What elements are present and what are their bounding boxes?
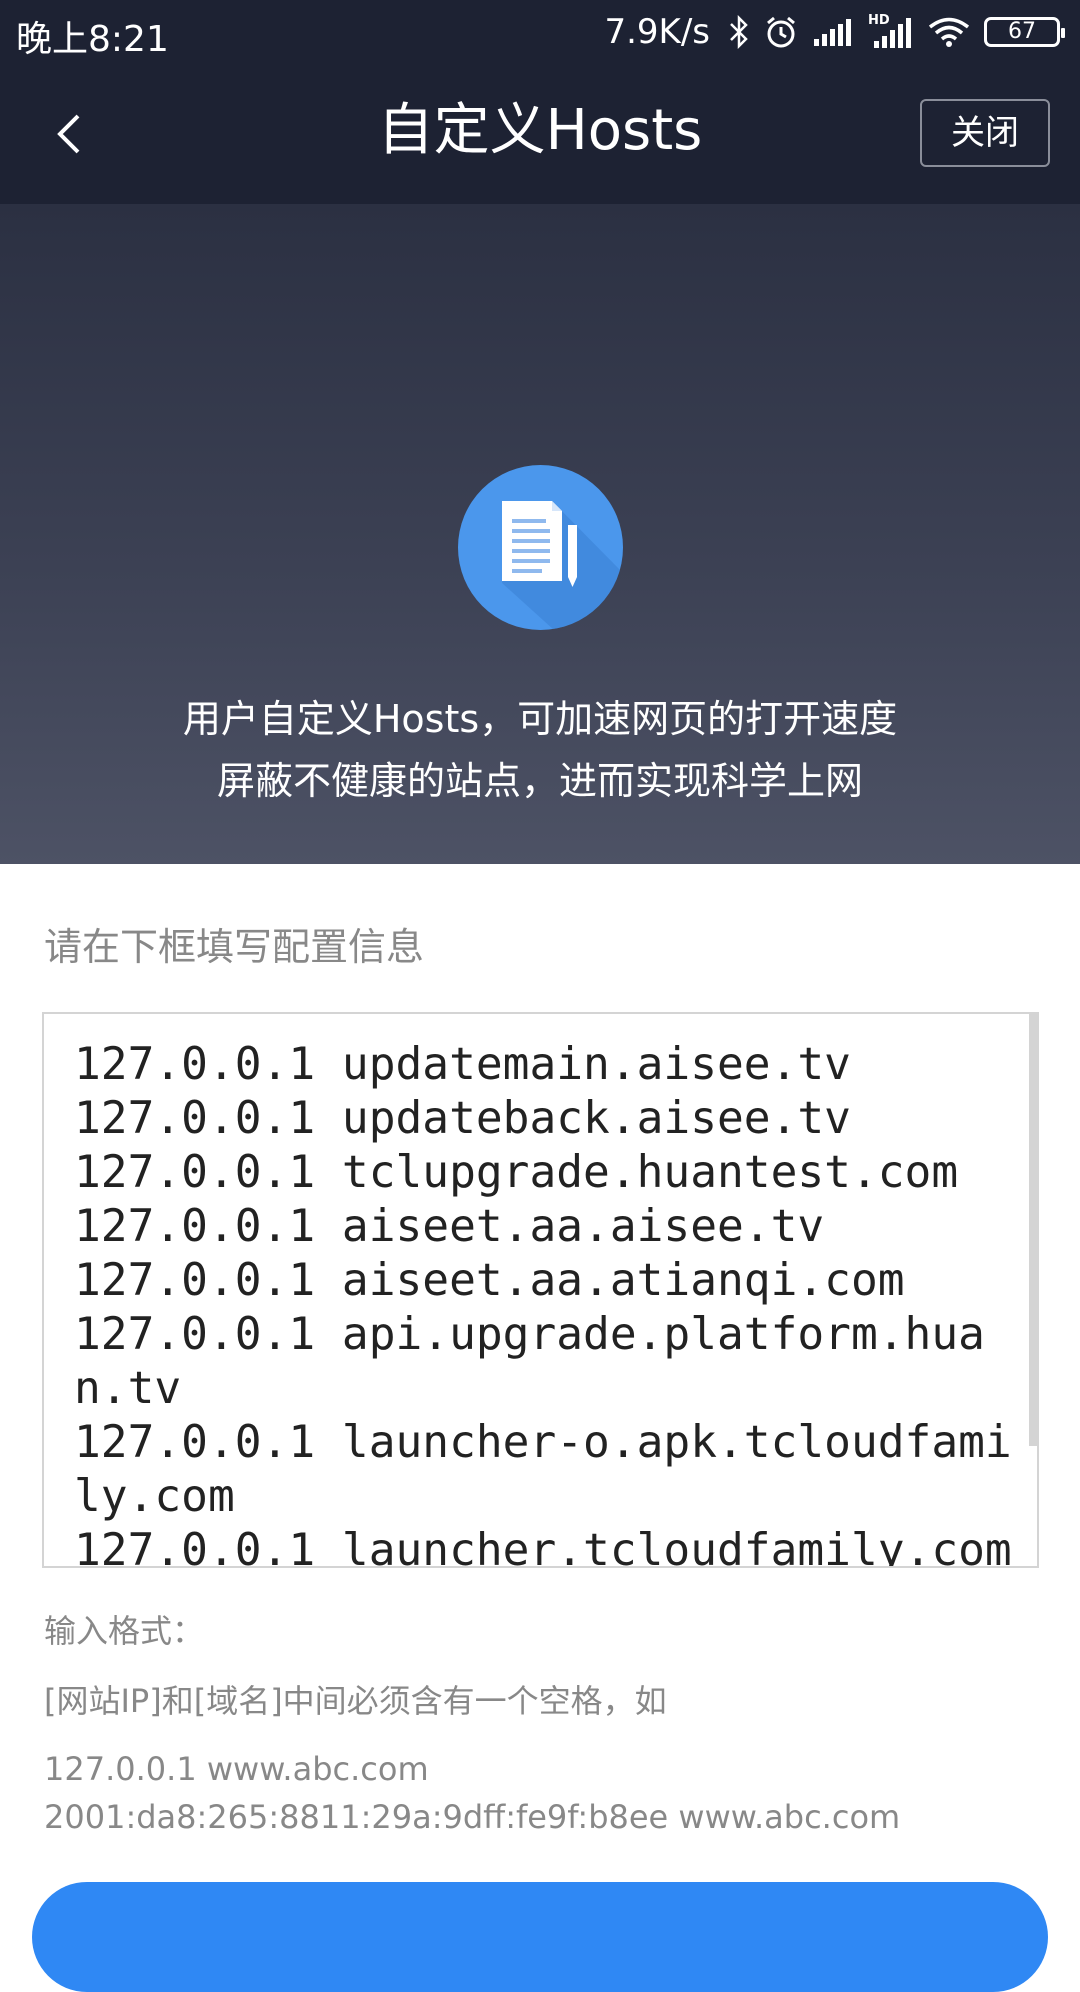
format-example: 127.0.0.1 www.abc.com 2001:da8:265:8811:…: [44, 1745, 900, 1841]
hosts-line: 127.0.0.1 aiseet.aa.aisee.tv: [74, 1201, 825, 1252]
hero-description: 用户自定义Hosts，可加速网页的打开速度 屏蔽不健康的站点，进而实现科学上网: [0, 688, 1080, 812]
hero-line-1: 用户自定义Hosts，可加速网页的打开速度: [182, 697, 898, 741]
hosts-line: 127.0.0.1 api.upgrade.platform.huan.tv: [74, 1309, 985, 1414]
format-description: [网站IP]和[域名]中间必须含有一个空格，如: [44, 1682, 667, 1720]
battery-icon: 67: [984, 17, 1065, 47]
document-icon: [458, 465, 623, 630]
cellular-signal-icon: [812, 17, 854, 47]
hosts-line: 127.0.0.1 launcher.tcloudfamily.com: [74, 1525, 1012, 1568]
hosts-line: 127.0.0.1 aiseet.aa.atianqi.com: [74, 1255, 905, 1306]
hero-banner: 用户自定义Hosts，可加速网页的打开速度 屏蔽不健康的站点，进而实现科学上网: [0, 204, 1080, 864]
nav-bar: 自定义Hosts 关闭: [0, 62, 1080, 204]
network-speed: 7.9K/s: [604, 12, 710, 52]
hosts-line: 127.0.0.1 launcher-o.apk.tcloudfamily.co…: [74, 1417, 1012, 1522]
format-title: 输入格式：: [44, 1612, 205, 1650]
hosts-line: 127.0.0.1 updatemain.aisee.tv: [74, 1039, 851, 1090]
hd-signal-label: HD: [868, 13, 890, 28]
status-time: 晚上8:21: [16, 19, 169, 60]
hosts-textarea[interactable]: 127.0.0.1 updatemain.aisee.tv 127.0.0.1 …: [42, 1012, 1039, 1568]
status-bar: 晚上8:21 7.9K/s HD 67: [0, 0, 1080, 62]
page-title: 自定义Hosts: [377, 98, 703, 163]
config-label: 请在下框填写配置信息: [44, 925, 425, 969]
textarea-scrollbar[interactable]: [1029, 1014, 1037, 1446]
hd-signal-icon: HD: [868, 13, 914, 49]
save-button[interactable]: [32, 1882, 1048, 1992]
wifi-icon: [928, 16, 970, 48]
hero-line-2: 屏蔽不健康的站点，进而实现科学上网: [216, 759, 863, 803]
hosts-content: 127.0.0.1 updatemain.aisee.tv 127.0.0.1 …: [74, 1038, 1029, 1568]
format-example-ipv6: 2001:da8:265:8811:29a:9dff:fe9f:b8ee www…: [44, 1798, 901, 1836]
hosts-line: 127.0.0.1 updateback.aisee.tv: [74, 1093, 851, 1144]
status-icons: 7.9K/s HD 67: [604, 8, 1065, 56]
alarm-clock-icon: [764, 15, 798, 49]
battery-level: 67: [1008, 19, 1036, 44]
close-button[interactable]: 关闭: [920, 99, 1050, 167]
format-example-ipv4: 127.0.0.1 www.abc.com: [44, 1750, 429, 1788]
hosts-line: 127.0.0.1 tclupgrade.huantest.com: [74, 1147, 959, 1198]
bluetooth-icon: [728, 15, 750, 49]
